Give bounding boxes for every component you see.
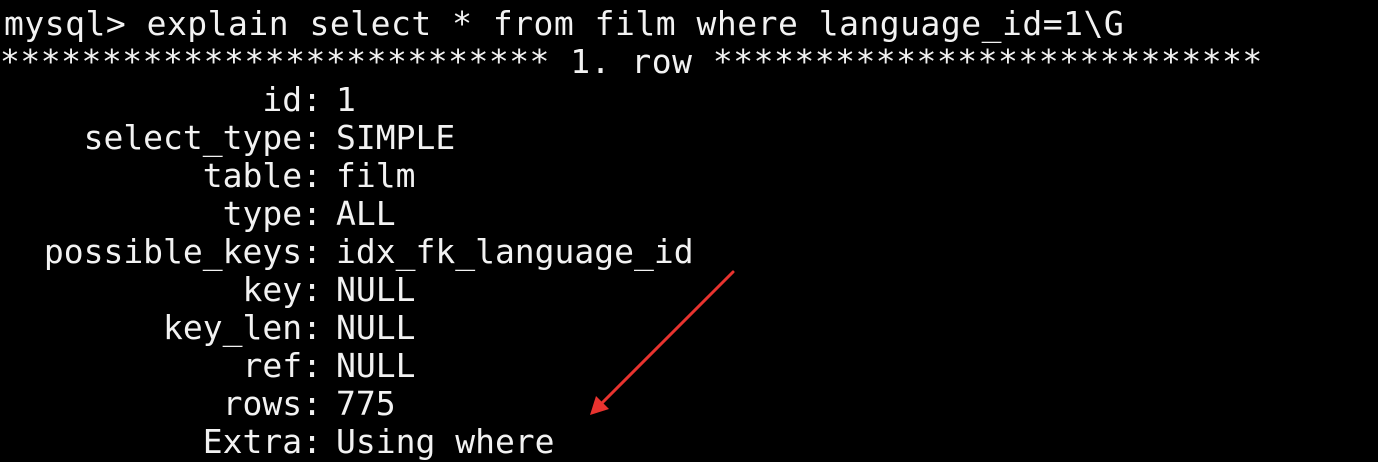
annotation-arrow xyxy=(590,270,735,415)
terminal-window[interactable]: mysql> explain select * from film where … xyxy=(0,0,1378,462)
